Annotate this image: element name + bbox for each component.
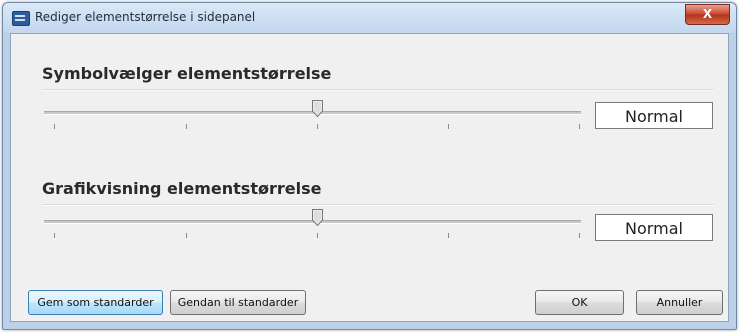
cancel-button[interactable]: Annuller — [636, 290, 723, 315]
section-divider — [42, 204, 714, 206]
slider-tick — [54, 233, 55, 238]
slider-tick — [579, 124, 580, 129]
slider-tick — [448, 124, 449, 129]
section-divider — [42, 89, 714, 91]
dialog-window: Rediger elementstørrelse i sidepanel X S… — [2, 2, 737, 330]
slider-tick — [186, 124, 187, 129]
slider-tick — [317, 233, 318, 238]
slider-tick — [186, 233, 187, 238]
dialog-content: Symbolvælger elementstørrelse Normal Gra… — [10, 33, 729, 322]
slider-tick — [54, 124, 55, 129]
app-icon — [12, 11, 30, 26]
slider-tick — [579, 233, 580, 238]
section-title-symbol-picker: Symbolvælger elementstørrelse — [42, 64, 332, 83]
close-button[interactable]: X — [685, 4, 730, 25]
window-title: Rediger elementstørrelse i sidepanel — [35, 10, 256, 24]
ok-button[interactable]: OK — [535, 290, 624, 315]
restore-defaults-button[interactable]: Gendan til standarder — [170, 290, 306, 315]
slider-tick — [317, 124, 318, 129]
symbol-size-slider-thumb[interactable] — [312, 100, 323, 117]
save-as-default-button[interactable]: Gem som standarder — [28, 290, 163, 315]
section-title-graphics-view: Grafikvisning elementstørrelse — [42, 179, 322, 198]
graphics-size-value: Normal — [595, 214, 713, 241]
graphics-size-slider-thumb[interactable] — [312, 209, 323, 226]
title-bar[interactable]: Rediger elementstørrelse i sidepanel X — [3, 3, 736, 33]
symbol-size-value: Normal — [595, 102, 713, 129]
slider-tick — [448, 233, 449, 238]
